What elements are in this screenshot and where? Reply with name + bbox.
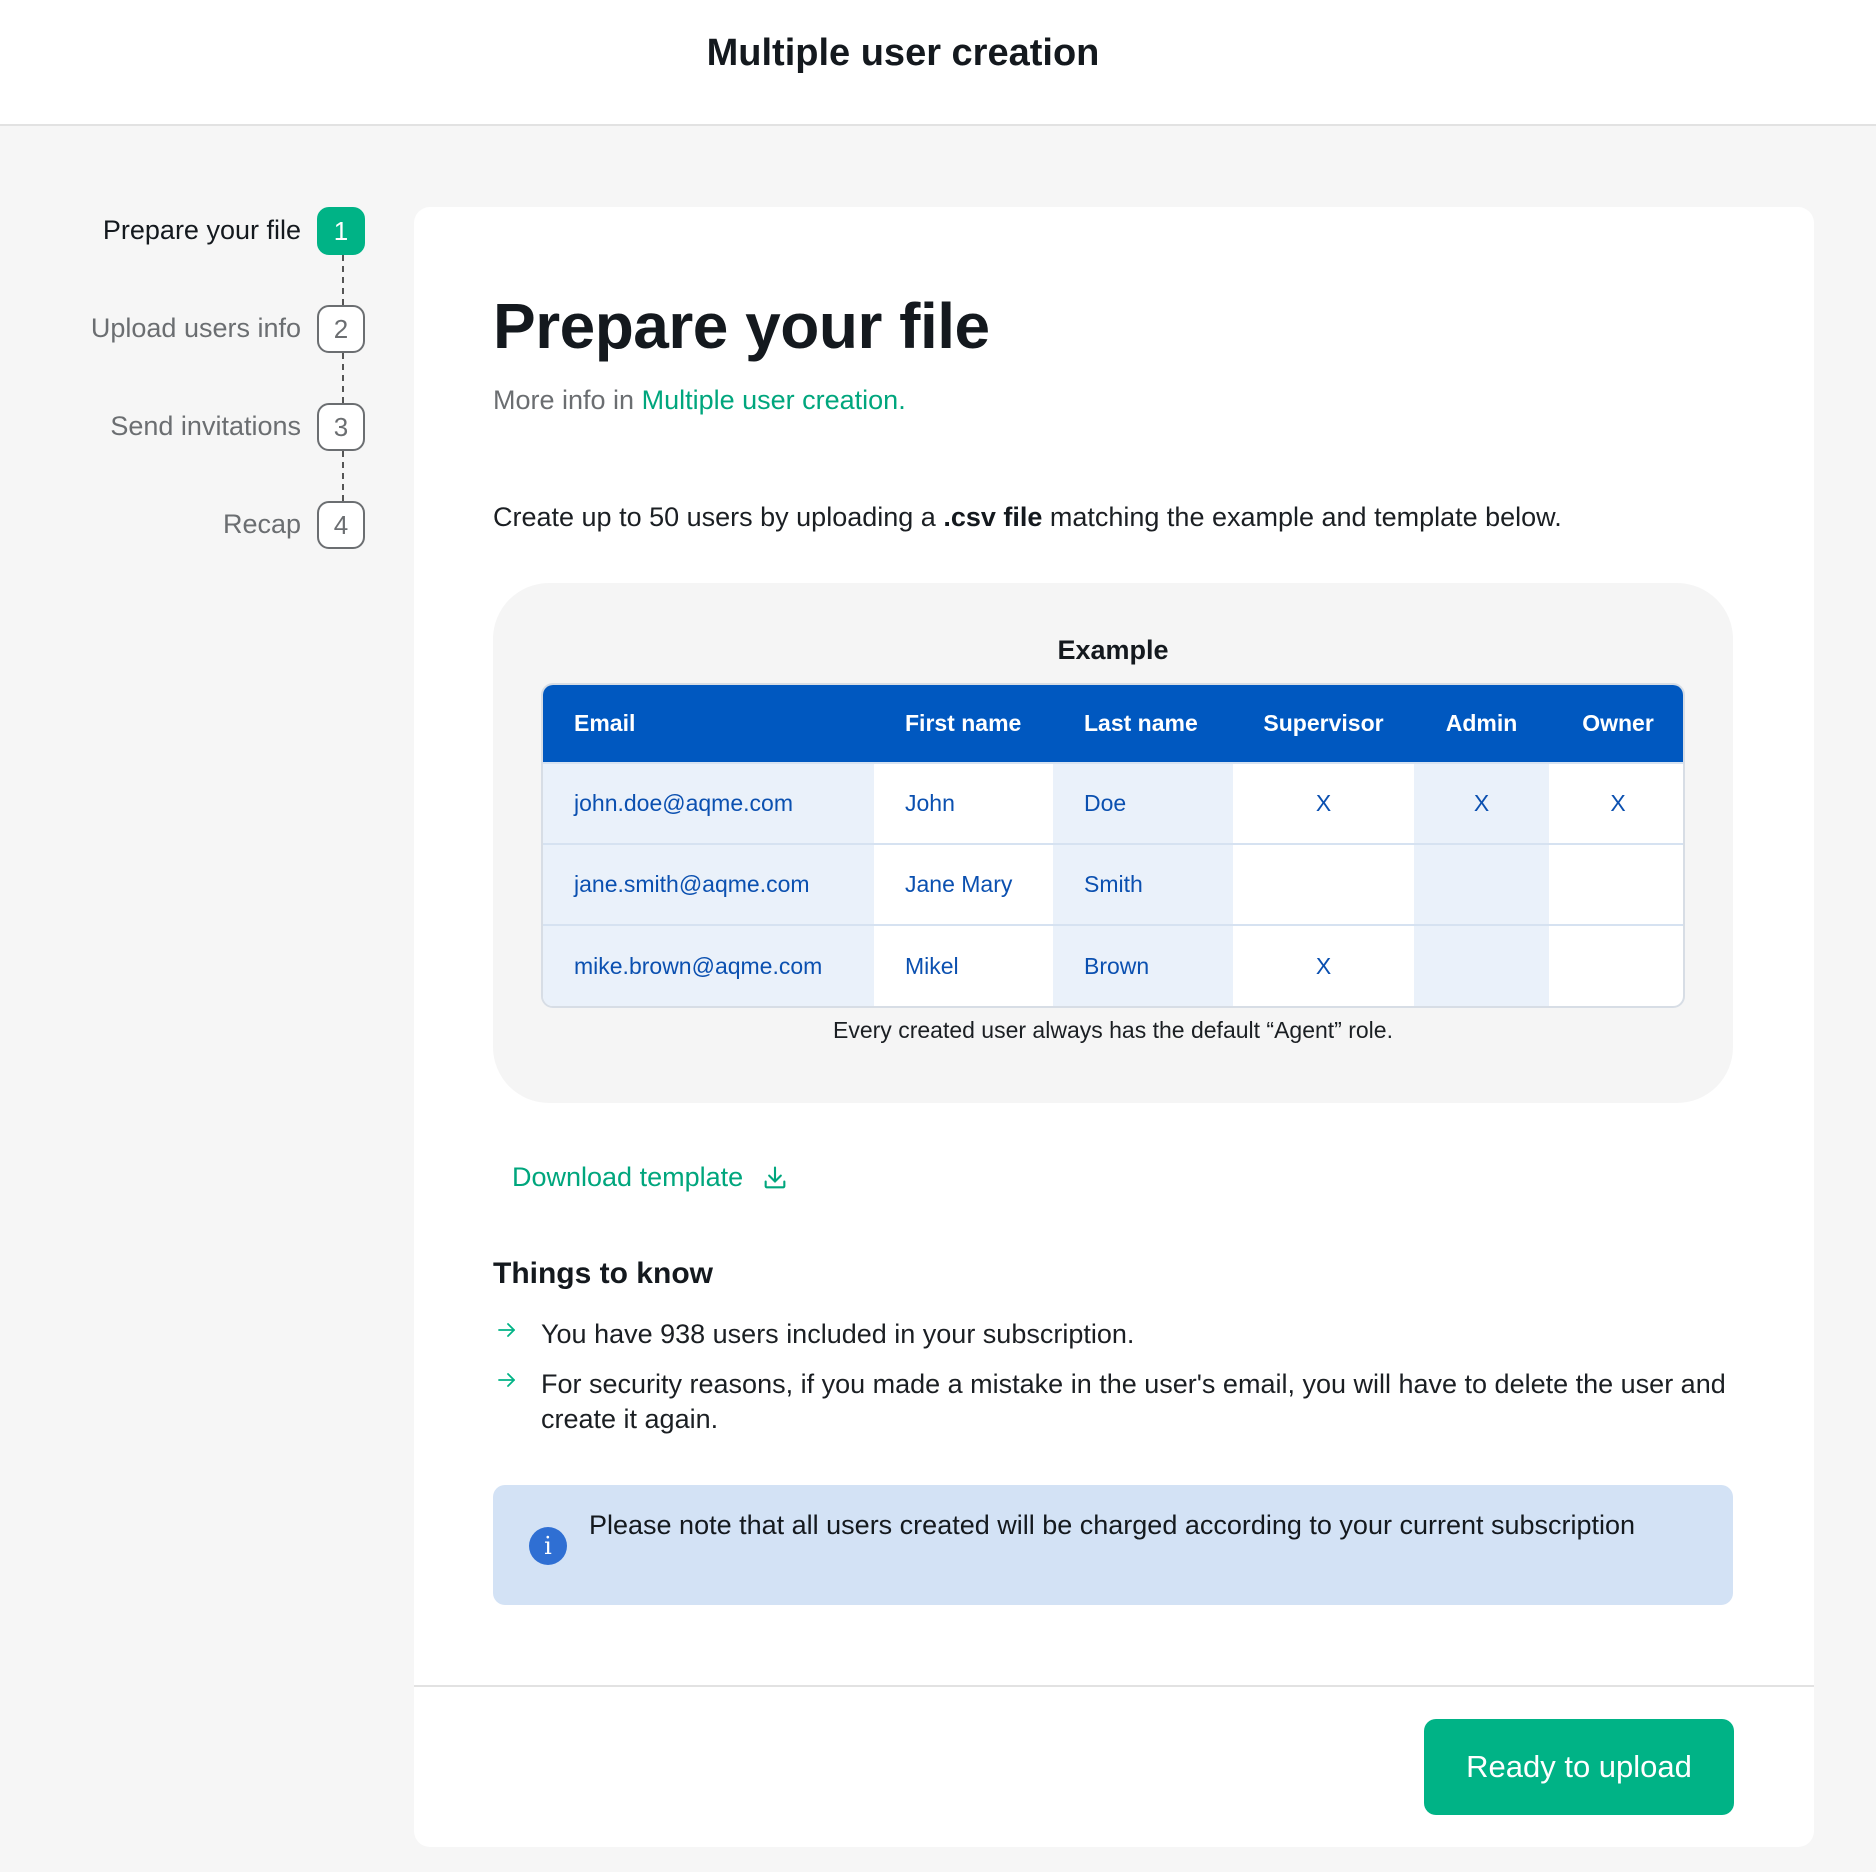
download-template-link[interactable]: Download template [512, 1162, 789, 1193]
more-info-link[interactable]: Multiple user creation. [642, 385, 906, 415]
example-title: Example [1057, 635, 1169, 665]
intro-before: Create up to 50 users by uploading a [493, 502, 944, 532]
cell-last-name: Smith [1053, 843, 1233, 925]
list-item: You have 938 users included in your subs… [493, 1317, 1733, 1352]
cell-first-name: John [874, 762, 1053, 844]
step-number-badge: 4 [317, 501, 365, 549]
cell-supervisor: X [1233, 924, 1414, 1006]
column-header-supervisor: Supervisor [1233, 685, 1414, 763]
intro-text: Create up to 50 users by uploading a .cs… [493, 502, 1562, 533]
things-to-know-title: Things to know [493, 1257, 713, 1290]
table-row: jane.smith@aqme.com Jane Mary Smith [543, 843, 1683, 925]
download-template-label: Download template [512, 1162, 744, 1192]
stepper: Prepare your file 1 Upload users info 2 … [0, 0, 380, 600]
step-label: Recap [222, 509, 301, 539]
step-connector [342, 255, 344, 305]
step-connector [342, 451, 344, 501]
list-item: For security reasons, if you made a mist… [493, 1367, 1733, 1437]
step-number-badge: 3 [317, 403, 365, 451]
step-upload-users-info[interactable]: Upload users info 2 [40, 305, 365, 353]
example-panel: Example Email First name Last name Super… [493, 583, 1733, 1103]
step-label: Prepare your file [102, 215, 301, 245]
cell-owner [1549, 924, 1683, 1006]
intro-after: matching the example and template below. [1042, 502, 1562, 532]
cell-admin: X [1414, 762, 1549, 844]
step-recap[interactable]: Recap 4 [40, 501, 365, 549]
cell-email: jane.smith@aqme.com [543, 843, 874, 925]
step-number-badge: 1 [317, 207, 365, 255]
column-header-last-name: Last name [1053, 685, 1233, 763]
notice-text: Please note that all users created will … [589, 1510, 1636, 1540]
column-header-first-name: First name [874, 685, 1053, 763]
step-connector [342, 353, 344, 403]
table-row: mike.brown@aqme.com Mikel Brown X [543, 924, 1683, 1006]
example-table: Email First name Last name Supervisor Ad… [541, 683, 1685, 1008]
table-header-row: Email First name Last name Supervisor Ad… [543, 685, 1683, 763]
cell-first-name: Mikel [874, 924, 1053, 1006]
list-item-text: For security reasons, if you made a mist… [541, 1369, 1726, 1434]
cell-last-name: Brown [1053, 924, 1233, 1006]
arrow-right-icon [498, 1323, 515, 1337]
column-header-email: Email [543, 685, 874, 763]
cell-owner: X [1549, 762, 1683, 844]
content-card: Prepare your file More info in Multiple … [414, 207, 1814, 1847]
step-label: Upload users info [90, 313, 301, 343]
cell-last-name: Doe [1053, 762, 1233, 844]
more-info-text: More info in Multiple user creation. [493, 385, 906, 416]
example-note: Every created user always has the defaul… [833, 1017, 1393, 1043]
arrow-right-icon [498, 1373, 515, 1387]
step-send-invitations[interactable]: Send invitations 3 [40, 403, 365, 451]
cell-supervisor: X [1233, 762, 1414, 844]
things-to-know-list: You have 938 users included in your subs… [493, 1317, 1733, 1452]
table-row: john.doe@aqme.com John Doe X X X [543, 762, 1683, 844]
footer-divider [414, 1685, 1814, 1687]
step-number-badge: 2 [317, 305, 365, 353]
column-header-owner: Owner [1549, 685, 1683, 763]
column-header-admin: Admin [1414, 685, 1549, 763]
cell-admin [1414, 924, 1549, 1006]
cell-admin [1414, 843, 1549, 925]
cell-supervisor [1233, 843, 1414, 925]
section-title: Prepare your file [493, 290, 990, 362]
cell-owner [1549, 843, 1683, 925]
cell-email: john.doe@aqme.com [543, 762, 874, 844]
ready-to-upload-button[interactable]: Ready to upload [1424, 1719, 1734, 1815]
step-prepare-file[interactable]: Prepare your file 1 [40, 207, 365, 255]
cell-first-name: Jane Mary [874, 843, 1053, 925]
list-item-text: You have 938 users included in your subs… [541, 1319, 1135, 1349]
info-icon: i [529, 1527, 567, 1565]
cell-email: mike.brown@aqme.com [543, 924, 874, 1006]
more-info-prefix: More info in [493, 385, 642, 415]
subscription-notice: i Please note that all users created wil… [493, 1485, 1733, 1605]
step-label: Send invitations [110, 411, 301, 441]
intro-file-type: .csv file [943, 502, 1043, 532]
download-icon [764, 1165, 786, 1188]
